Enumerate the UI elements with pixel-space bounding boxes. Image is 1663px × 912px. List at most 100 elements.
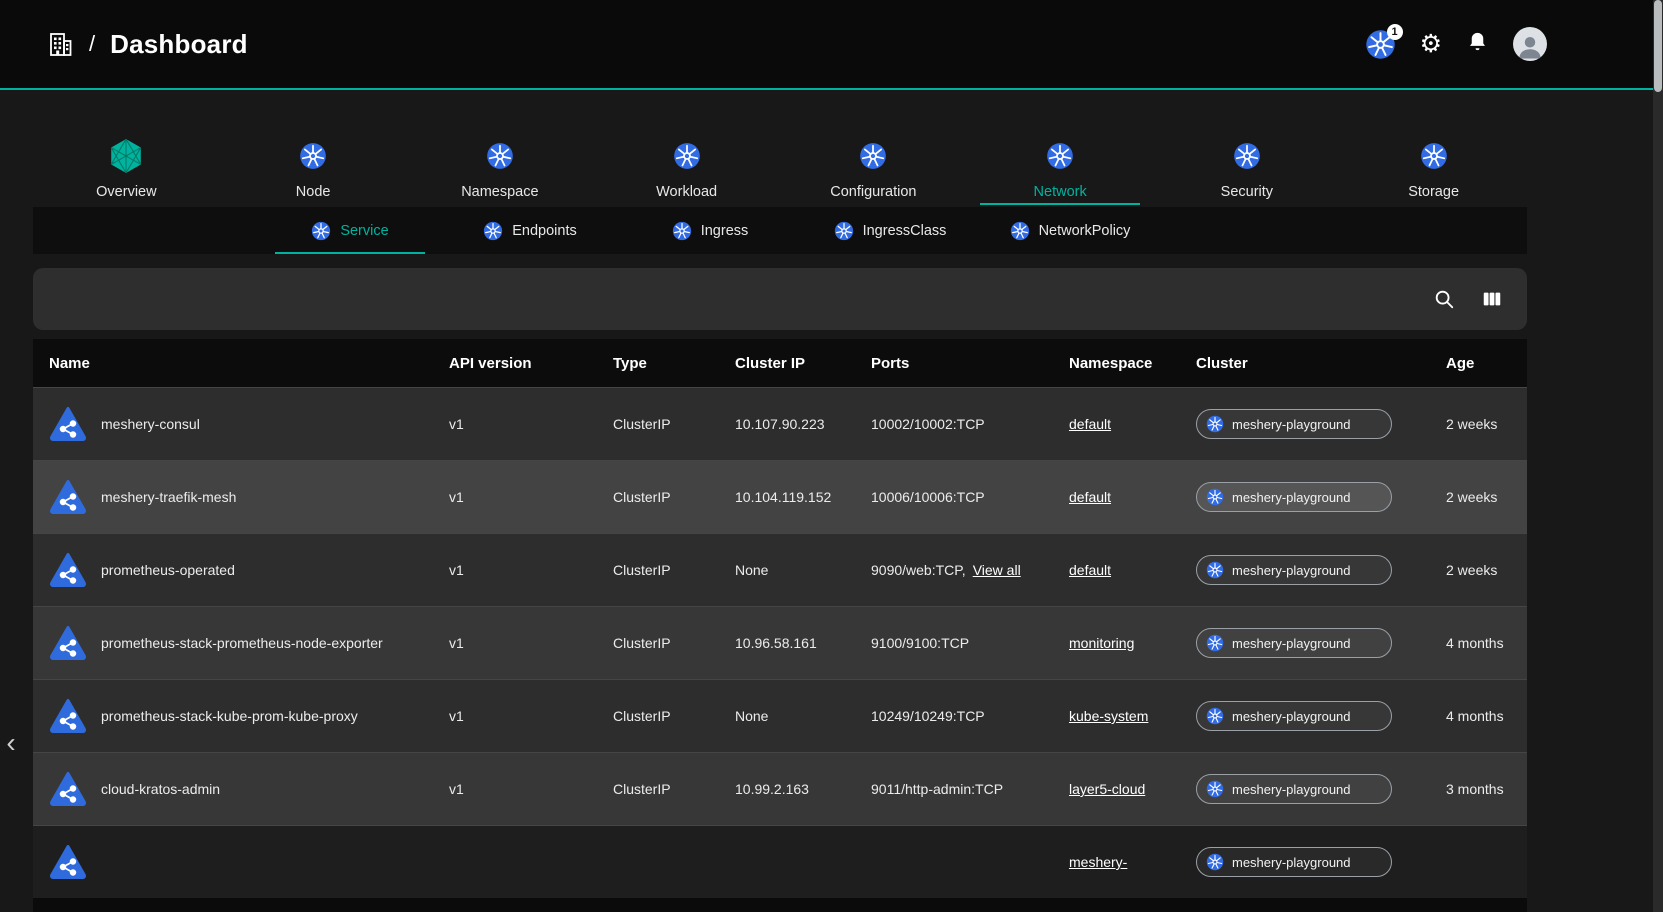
service-icon	[49, 552, 87, 588]
tab-networkpolicy[interactable]: NetworkPolicy	[980, 207, 1160, 254]
kubernetes-icon	[1206, 488, 1224, 506]
service-icon	[49, 625, 87, 661]
kubernetes-icon	[672, 221, 692, 241]
tab-overview[interactable]: Overview	[33, 130, 220, 205]
meshery-logo-icon	[106, 136, 146, 176]
namespace-link[interactable]: default	[1069, 562, 1111, 578]
table-row[interactable]: prometheus-operated v1 ClusterIP None 90…	[33, 533, 1527, 606]
tab-namespace[interactable]: Namespace	[407, 130, 594, 205]
tab-label: Ingress	[701, 223, 749, 239]
service-name: prometheus-stack-prometheus-node-exporte…	[101, 635, 383, 651]
collapse-drawer-button[interactable]: ‹	[2, 724, 20, 762]
api-version: v1	[433, 562, 597, 578]
tab-storage[interactable]: Storage	[1340, 130, 1527, 205]
settings-button[interactable]: ⚙	[1420, 32, 1442, 57]
table-row[interactable]: prometheus-stack-prometheus-node-exporte…	[33, 606, 1527, 679]
cluster-name: meshery-playground	[1232, 490, 1351, 505]
cluster-chip[interactable]: meshery-playground	[1196, 482, 1392, 512]
column-header-api-version[interactable]: API version	[433, 355, 597, 372]
service-icon	[49, 479, 87, 515]
column-header-type[interactable]: Type	[597, 355, 719, 372]
namespace-link[interactable]: default	[1069, 416, 1111, 432]
kubernetes-icon	[1206, 707, 1224, 725]
breadcrumb-separator: /	[89, 31, 95, 57]
cluster-ip: 10.104.119.152	[719, 489, 855, 505]
namespace-link[interactable]: default	[1069, 489, 1111, 505]
namespace-link[interactable]: layer5-cloud	[1069, 781, 1145, 797]
kubernetes-icon	[1010, 221, 1030, 241]
cluster-name: meshery-playground	[1232, 417, 1351, 432]
cluster-chip[interactable]: meshery-playground	[1196, 555, 1392, 585]
search-icon	[1433, 288, 1455, 310]
table-bottom-strip	[33, 898, 1527, 912]
tab-label: Configuration	[830, 184, 916, 200]
service-name: prometheus-stack-kube-prom-kube-proxy	[101, 708, 358, 724]
cluster-name: meshery-playground	[1232, 782, 1351, 797]
person-icon	[1515, 31, 1545, 61]
page-scrollbar[interactable]	[1653, 0, 1663, 912]
table-row-partial[interactable]: meshery- meshery-playground	[33, 825, 1527, 898]
app-header: / Dashboard 1 ⚙	[0, 0, 1663, 88]
column-visibility-button[interactable]	[1481, 288, 1503, 310]
tab-ingress[interactable]: Ingress	[620, 207, 800, 254]
ports: 9100/9100:TCP	[871, 635, 969, 651]
service-type: ClusterIP	[597, 635, 719, 651]
accent-divider	[0, 88, 1663, 90]
namespace-link[interactable]: meshery-	[1069, 854, 1127, 870]
tab-label: Overview	[96, 184, 156, 200]
tab-security[interactable]: Security	[1154, 130, 1341, 205]
resource-category-tabs: Overview Node Namespace Workload Configu…	[33, 130, 1527, 205]
scrollbar-thumb[interactable]	[1654, 0, 1662, 92]
cluster-connections-button[interactable]: 1	[1365, 29, 1396, 60]
tab-endpoints[interactable]: Endpoints	[440, 207, 620, 254]
network-resource-tabs: Service Endpoints Ingress IngressClass N…	[33, 207, 1527, 254]
column-header-name[interactable]: Name	[33, 355, 433, 372]
notifications-button[interactable]	[1466, 30, 1489, 58]
ports: 10002/10002:TCP	[871, 416, 985, 432]
cluster-chip[interactable]: meshery-playground	[1196, 409, 1392, 439]
tab-network[interactable]: Network	[967, 130, 1154, 205]
column-header-cluster-ip[interactable]: Cluster IP	[719, 355, 855, 372]
tab-node[interactable]: Node	[220, 130, 407, 205]
cluster-ip: 10.96.58.161	[719, 635, 855, 651]
age: 4 months	[1430, 708, 1527, 724]
service-name: meshery-consul	[101, 416, 200, 432]
column-header-cluster[interactable]: Cluster	[1180, 355, 1430, 372]
kubernetes-icon	[1206, 634, 1224, 652]
namespace-link[interactable]: kube-system	[1069, 708, 1148, 724]
namespace-link[interactable]: monitoring	[1069, 635, 1134, 651]
bell-icon	[1466, 30, 1489, 53]
ports: 10006/10006:TCP	[871, 489, 985, 505]
tab-ingressclass[interactable]: IngressClass	[800, 207, 980, 254]
table-row[interactable]: prometheus-stack-kube-prom-kube-proxy v1…	[33, 679, 1527, 752]
age: 4 months	[1430, 635, 1527, 651]
column-header-ports[interactable]: Ports	[855, 355, 1053, 372]
organization-icon[interactable]	[46, 29, 74, 59]
user-avatar[interactable]	[1513, 27, 1547, 61]
table-row[interactable]: meshery-consul v1 ClusterIP 10.107.90.22…	[33, 387, 1527, 460]
page-title: Dashboard	[110, 29, 248, 60]
tab-label: Network	[1034, 184, 1087, 200]
dashboard-main: Overview Node Namespace Workload Configu…	[33, 130, 1527, 912]
table-row[interactable]: meshery-traefik-mesh v1 ClusterIP 10.104…	[33, 460, 1527, 533]
cluster-chip[interactable]: meshery-playground	[1196, 701, 1392, 731]
cluster-chip[interactable]: meshery-playground	[1196, 628, 1392, 658]
service-name: cloud-kratos-admin	[101, 781, 220, 797]
kubernetes-icon	[299, 136, 327, 176]
view-all-ports-link[interactable]: View all	[973, 562, 1021, 578]
table-row[interactable]: cloud-kratos-admin v1 ClusterIP 10.99.2.…	[33, 752, 1527, 825]
tab-configuration[interactable]: Configuration	[780, 130, 967, 205]
tab-workload[interactable]: Workload	[593, 130, 780, 205]
age: 2 weeks	[1430, 489, 1527, 505]
tab-service[interactable]: Service	[260, 207, 440, 254]
tab-label: Service	[340, 223, 388, 239]
column-header-age[interactable]: Age	[1430, 355, 1527, 372]
cluster-chip[interactable]: meshery-playground	[1196, 774, 1392, 804]
service-type: ClusterIP	[597, 562, 719, 578]
column-header-namespace[interactable]: Namespace	[1053, 355, 1180, 372]
search-button[interactable]	[1433, 288, 1455, 310]
tab-label: Node	[296, 184, 331, 200]
cluster-chip[interactable]: meshery-playground	[1196, 847, 1392, 877]
kubernetes-icon	[1420, 136, 1448, 176]
service-icon	[49, 406, 87, 442]
